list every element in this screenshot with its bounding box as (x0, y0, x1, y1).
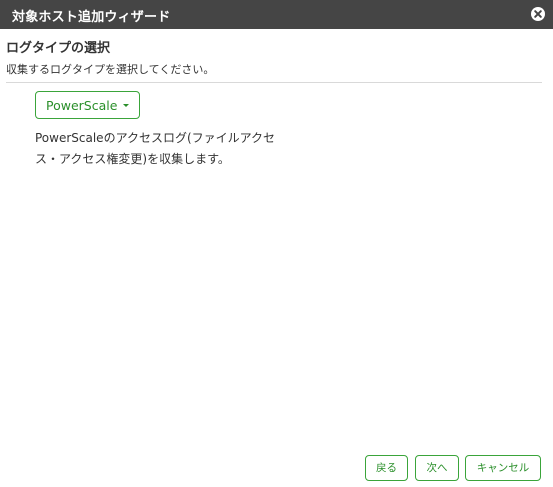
dialog-title: 対象ホスト追加ウィザード (12, 10, 171, 25)
section-title: ログタイプの選択 (6, 41, 111, 56)
log-type-selected: PowerScale (46, 98, 118, 113)
cancel-button[interactable]: キャンセル (465, 455, 541, 481)
close-circle-icon (531, 7, 545, 21)
caret-down-icon (123, 104, 129, 107)
close-icon[interactable] (530, 6, 546, 22)
section-description: 収集するログタイプを選択してください。 (6, 63, 215, 76)
log-type-dropdown[interactable]: PowerScale (35, 91, 140, 119)
dialog-titlebar: 対象ホスト追加ウィザード (0, 0, 553, 29)
log-type-description: PowerScaleのアクセスログ(ファイルアクセス・アクセス権変更)を収集しま… (35, 131, 276, 166)
back-button[interactable]: 戻る (365, 455, 408, 481)
wizard-dialog: 対象ホスト追加ウィザード ログタイプの選択 収集するログタイプを選択してください… (0, 0, 553, 487)
divider (6, 82, 542, 83)
next-button[interactable]: 次へ (415, 455, 459, 481)
